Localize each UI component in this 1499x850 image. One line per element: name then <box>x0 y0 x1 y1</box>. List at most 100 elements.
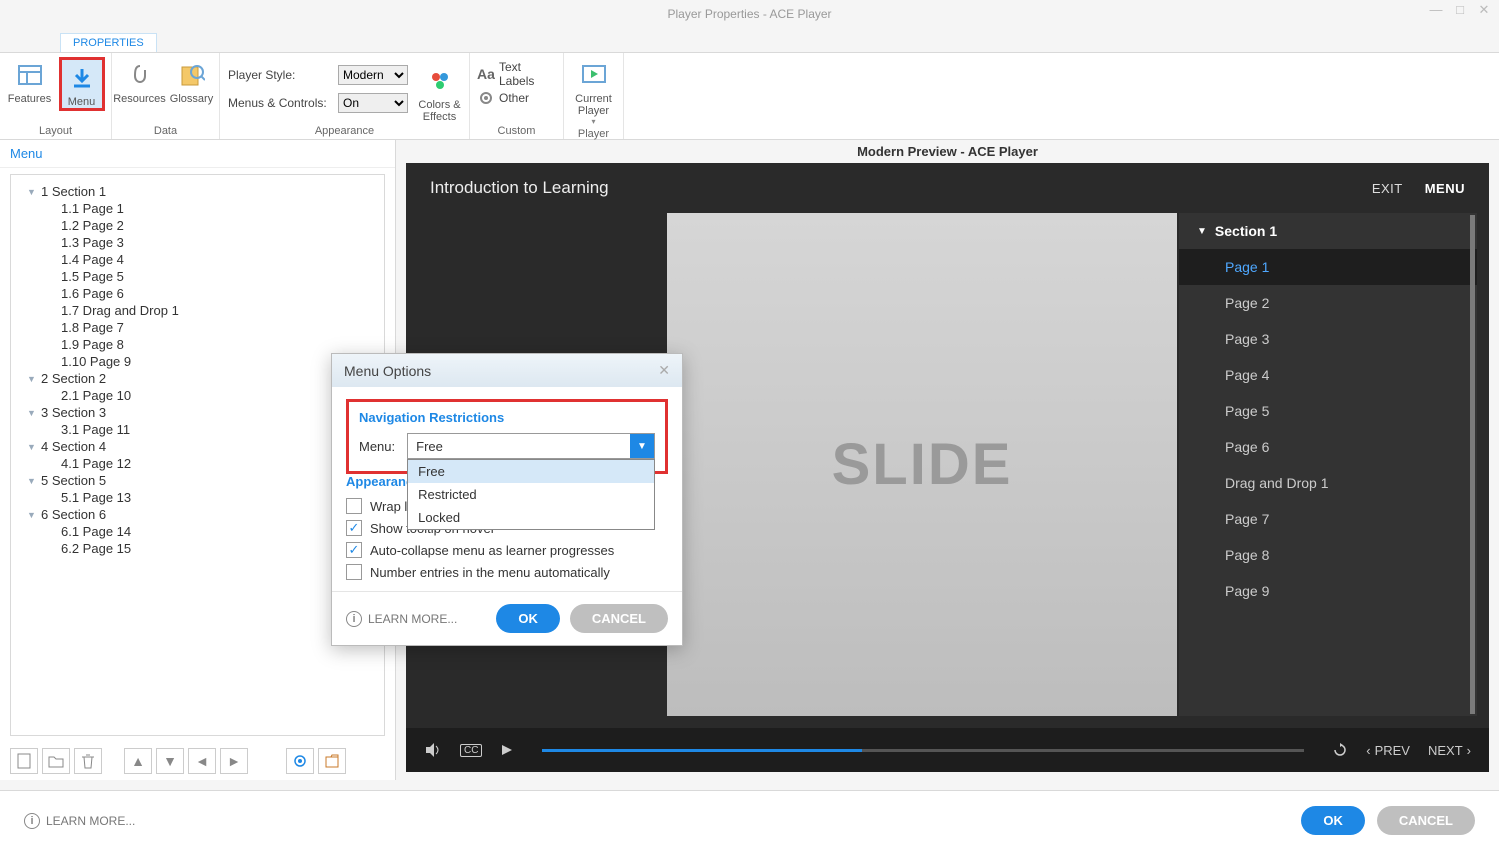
reset-button[interactable] <box>318 748 346 774</box>
dialog-learn-more-link[interactable]: i LEARN MORE... <box>346 611 486 627</box>
move-up-button[interactable]: ▲ <box>124 748 152 774</box>
features-icon <box>16 61 44 89</box>
menu-combo[interactable]: Free ▼ FreeRestrictedLocked <box>407 433 655 459</box>
current-player-button[interactable]: Current Player ▾ <box>568 57 620 126</box>
play-icon[interactable] <box>500 743 514 757</box>
checkbox-icon: ✓ <box>346 542 362 558</box>
dialog-title: Menu Options <box>344 363 431 379</box>
side-menu-page[interactable]: Page 3 <box>1179 321 1477 357</box>
maximize-icon[interactable]: □ <box>1451 2 1469 18</box>
move-left-button[interactable]: ◄ <box>188 748 216 774</box>
menu-tree[interactable]: ▼1 Section 11.1 Page 11.2 Page 21.3 Page… <box>10 174 385 736</box>
delete-button[interactable] <box>74 748 102 774</box>
menus-controls-select[interactable]: On <box>338 93 408 113</box>
side-menu-page[interactable]: Page 5 <box>1179 393 1477 429</box>
chevron-down-icon: ▼ <box>630 434 654 458</box>
autocollapse-checkbox[interactable]: ✓ Auto-collapse menu as learner progress… <box>346 539 668 561</box>
move-right-button[interactable]: ► <box>220 748 248 774</box>
menu-label: Menu <box>68 96 96 108</box>
menu-tree-page[interactable]: 5.1 Page 13 <box>23 489 372 506</box>
menu-tree-section[interactable]: ▼6 Section 6 <box>23 506 372 523</box>
menu-tree-page[interactable]: 6.1 Page 14 <box>23 523 372 540</box>
side-menu-page[interactable]: Page 6 <box>1179 429 1477 465</box>
menu-panel-header: Menu <box>0 140 395 168</box>
menu-tree-page[interactable]: 3.1 Page 11 <box>23 421 372 438</box>
menu-tree-section[interactable]: ▼2 Section 2 <box>23 370 372 387</box>
cancel-button[interactable]: CANCEL <box>1377 806 1475 835</box>
window-title: Player Properties - ACE Player <box>667 7 831 21</box>
scrollbar[interactable] <box>1470 215 1475 714</box>
paperclip-icon <box>126 61 154 89</box>
preview-bottom-bar: CC ‹PREV NEXT› <box>406 728 1489 772</box>
volume-icon[interactable] <box>424 741 442 759</box>
menu-link[interactable]: MENU <box>1425 181 1465 196</box>
menu-tree-page[interactable]: 6.2 Page 15 <box>23 540 372 557</box>
close-icon[interactable]: ✕ <box>1475 2 1493 18</box>
palette-icon <box>426 67 454 95</box>
side-menu-page[interactable]: Page 2 <box>1179 285 1477 321</box>
side-menu-page[interactable]: Page 9 <box>1179 573 1477 609</box>
prev-button[interactable]: ‹PREV <box>1366 743 1410 758</box>
menu-tree-section[interactable]: ▼3 Section 3 <box>23 404 372 421</box>
open-folder-button[interactable] <box>42 748 70 774</box>
menu-tree-page[interactable]: 1.5 Page 5 <box>23 268 372 285</box>
side-menu-page[interactable]: Page 8 <box>1179 537 1477 573</box>
side-menu-section[interactable]: ▼ Section 1 <box>1179 213 1477 249</box>
dialog-close-icon[interactable]: ✕ <box>658 362 670 379</box>
preview-side-menu[interactable]: ▼ Section 1 Page 1Page 2Page 3Page 4Page… <box>1177 213 1477 716</box>
replay-icon[interactable] <box>1332 742 1348 758</box>
other-label: Other <box>499 91 529 105</box>
other-button[interactable]: Other <box>478 87 555 109</box>
menu-button[interactable]: Menu <box>59 57 105 111</box>
triangle-icon: ▼ <box>27 442 37 452</box>
tab-properties[interactable]: PROPERTIES <box>60 33 157 52</box>
colors-effects-button[interactable]: Colors & Effects <box>418 63 461 123</box>
menu-tree-page[interactable]: 1.4 Page 4 <box>23 251 372 268</box>
combo-option[interactable]: Restricted <box>408 483 654 506</box>
triangle-icon: ▼ <box>27 408 37 418</box>
move-down-button[interactable]: ▼ <box>156 748 184 774</box>
cc-icon[interactable]: CC <box>460 744 482 757</box>
player-style-select[interactable]: Modern <box>338 65 408 85</box>
glossary-icon <box>178 61 206 89</box>
menu-tree-page[interactable]: 1.10 Page 9 <box>23 353 372 370</box>
menu-tree-page[interactable]: 1.7 Drag and Drop 1 <box>23 302 372 319</box>
minimize-icon[interactable]: — <box>1427 2 1445 18</box>
combo-option[interactable]: Locked <box>408 506 654 529</box>
dialog-ok-button[interactable]: OK <box>496 604 560 633</box>
resources-button[interactable]: Resources <box>117 57 163 105</box>
menu-tree-page[interactable]: 1.9 Page 8 <box>23 336 372 353</box>
menu-tree-section[interactable]: ▼1 Section 1 <box>23 183 372 200</box>
menu-tree-section[interactable]: ▼5 Section 5 <box>23 472 372 489</box>
progress-bar[interactable] <box>542 749 1304 752</box>
features-button[interactable]: Features <box>7 57 53 105</box>
dialog-cancel-button[interactable]: CANCEL <box>570 604 668 633</box>
menu-tree-page[interactable]: 1.2 Page 2 <box>23 217 372 234</box>
side-menu-page[interactable]: Page 7 <box>1179 501 1477 537</box>
ok-button[interactable]: OK <box>1301 806 1365 835</box>
menu-tree-page[interactable]: 1.3 Page 3 <box>23 234 372 251</box>
player-style-label: Player Style: <box>228 68 332 82</box>
menu-tree-page[interactable]: 1.8 Page 7 <box>23 319 372 336</box>
menu-tree-page[interactable]: 1.1 Page 1 <box>23 200 372 217</box>
settings-button[interactable] <box>286 748 314 774</box>
number-entries-checkbox[interactable]: Number entries in the menu automatically <box>346 561 668 583</box>
side-menu-page[interactable]: Drag and Drop 1 <box>1179 465 1477 501</box>
next-button[interactable]: NEXT› <box>1428 743 1471 758</box>
menu-tree-page[interactable]: 2.1 Page 10 <box>23 387 372 404</box>
learn-more-link[interactable]: i LEARN MORE... <box>24 813 1289 829</box>
player-icon <box>580 61 608 89</box>
menu-tree-page[interactable]: 1.6 Page 6 <box>23 285 372 302</box>
new-page-button[interactable] <box>10 748 38 774</box>
appearance-group-label: Appearance <box>228 125 461 137</box>
menu-tree-page[interactable]: 4.1 Page 12 <box>23 455 372 472</box>
combo-option[interactable]: Free <box>408 460 654 483</box>
glossary-button[interactable]: Glossary <box>169 57 215 105</box>
custom-group-label: Custom <box>478 125 555 137</box>
course-title: Introduction to Learning <box>430 178 609 198</box>
text-labels-button[interactable]: Aa Text Labels <box>478 63 555 85</box>
side-menu-page[interactable]: Page 1 <box>1179 249 1477 285</box>
menu-tree-section[interactable]: ▼4 Section 4 <box>23 438 372 455</box>
exit-link[interactable]: EXIT <box>1372 181 1403 196</box>
side-menu-page[interactable]: Page 4 <box>1179 357 1477 393</box>
